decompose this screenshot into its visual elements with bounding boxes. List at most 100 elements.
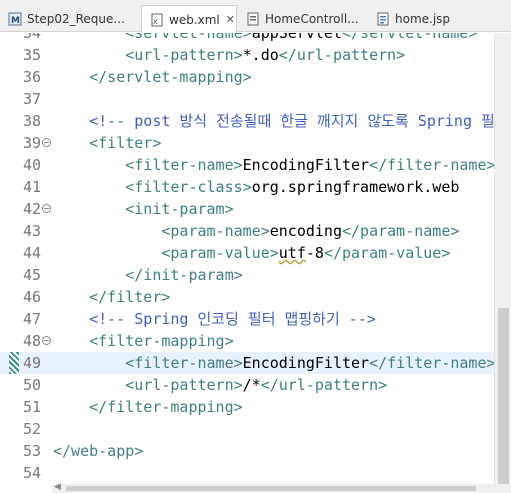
- fold-toggle-icon[interactable]: −: [42, 204, 51, 213]
- code-line[interactable]: 47 <!-- Spring 인코딩 필터 맵핑하기 -->: [0, 308, 511, 330]
- code-text: <url-pattern>/*</url-pattern>: [53, 374, 387, 396]
- code-line[interactable]: 37: [0, 88, 511, 110]
- xml-tag: </init-param>: [53, 266, 243, 284]
- code-line[interactable]: 42− <init-param>: [0, 198, 511, 220]
- tab-web-xml[interactable]: x web.xml ✕: [141, 5, 237, 33]
- code-line[interactable]: 48− <filter-mapping>: [0, 330, 511, 352]
- xml-text: EncodingFilter: [242, 156, 370, 174]
- code-line[interactable]: 44 <param-value>utf-8</param-value>: [0, 242, 511, 264]
- line-number: 35: [22, 46, 41, 64]
- xml-tag: <filter>: [53, 134, 162, 152]
- xml-tag: <servlet-name>: [53, 33, 252, 42]
- code-text: <init-param>: [53, 198, 233, 220]
- code-line[interactable]: 43 <param-name>encoding</param-name>: [0, 220, 511, 242]
- xml-text: org.springframework.web: [251, 178, 460, 196]
- code-line[interactable]: 54: [0, 462, 511, 484]
- code-text: <filter>: [53, 132, 161, 154]
- xml-tag: </filter>: [53, 288, 171, 306]
- code-text: <param-name>encoding</param-name>: [53, 220, 459, 242]
- horizontal-scroll-thumb[interactable]: [66, 486, 476, 491]
- xml-tag: </web-app>: [53, 442, 144, 460]
- java-class-icon: [246, 12, 260, 26]
- code-text: <filter-mapping>: [53, 330, 234, 352]
- tab-step02-request[interactable]: M Step02_Reque...: [0, 6, 140, 32]
- line-number: 44: [22, 244, 41, 262]
- code-line[interactable]: 39− <filter>: [0, 132, 511, 154]
- code-line[interactable]: 46 </filter>: [0, 286, 511, 308]
- code-text: </filter>: [53, 286, 170, 308]
- line-number: 47: [22, 310, 41, 328]
- svg-text:x: x: [153, 17, 158, 26]
- xml-comment: <!-- post 방식 전송될때 한글 깨지지 않도록 Spring 필터: [53, 112, 509, 130]
- code-line[interactable]: 45 </init-param>: [0, 264, 511, 286]
- line-number: 53: [22, 442, 41, 460]
- fold-toggle-icon[interactable]: −: [42, 138, 51, 147]
- tab-label: HomeControll...: [265, 12, 359, 26]
- horizontal-scrollbar[interactable]: ◀: [52, 482, 494, 493]
- xml-tag: <param-name>: [53, 222, 270, 240]
- code-line[interactable]: 40 <filter-name>EncodingFilter</filter-n…: [0, 154, 511, 176]
- xml-tag: </param-name>: [342, 222, 460, 240]
- line-number: 48: [22, 332, 41, 350]
- vertical-scrollbar[interactable]: [494, 33, 511, 484]
- xml-tag: </param-value>: [323, 244, 451, 262]
- xml-tag: <filter-class>: [53, 178, 252, 196]
- tab-label: home.jsp: [395, 12, 451, 26]
- tab-label: web.xml: [169, 12, 220, 27]
- line-number: 36: [22, 68, 41, 86]
- code-line[interactable]: 51 </filter-mapping>: [0, 396, 511, 418]
- line-number: 34: [22, 33, 41, 42]
- code-text: </servlet-mapping>: [53, 66, 252, 88]
- xml-tag: </filter-name>: [369, 156, 496, 174]
- xml-tag: <filter-name>: [53, 156, 243, 174]
- code-line[interactable]: 35 <url-pattern>*.do</url-pattern>: [0, 44, 511, 66]
- vertical-scroll-thumb[interactable]: [498, 308, 509, 484]
- code-line[interactable]: 34 <servlet-name>appServlet</servlet-nam…: [0, 33, 511, 44]
- fold-toggle-icon[interactable]: −: [42, 336, 51, 345]
- xml-text: -8: [305, 244, 324, 262]
- tab-home-jsp[interactable]: home.jsp: [368, 6, 494, 32]
- code-editor[interactable]: 34 <servlet-name>appServlet</servlet-nam…: [0, 33, 511, 484]
- code-line[interactable]: 38 <!-- post 방식 전송될때 한글 깨지지 않도록 Spring 필…: [0, 110, 511, 132]
- svg-text:M: M: [11, 16, 20, 26]
- code-line[interactable]: 49 <filter-name>EncodingFilter</filter-n…: [0, 352, 511, 374]
- xml-text: utf: [278, 244, 306, 262]
- line-number: 45: [22, 266, 41, 284]
- xml-tag: </servlet-name>: [342, 33, 478, 42]
- xml-tag: </filter-mapping>: [53, 398, 243, 416]
- code-line[interactable]: 52: [0, 418, 511, 440]
- web-page-icon: M: [8, 12, 22, 26]
- line-number: 46: [22, 288, 41, 306]
- line-number: 43: [22, 222, 41, 240]
- scrollbar-corner: [494, 484, 511, 493]
- code-line[interactable]: 41 <filter-class>org.springframework.web: [0, 176, 511, 198]
- line-number: 51: [22, 398, 41, 416]
- close-icon[interactable]: ✕: [226, 13, 235, 26]
- line-number: 40: [22, 156, 41, 174]
- xml-text: *.do: [242, 46, 279, 64]
- xml-text: appServlet: [251, 33, 342, 42]
- xml-tag: <param-value>: [53, 244, 279, 262]
- code-text: <filter-class>org.springframework.web: [53, 176, 459, 198]
- code-text: <filter-name>EncodingFilter</filter-name…: [53, 154, 496, 176]
- tab-home-controller[interactable]: HomeControll...: [238, 6, 360, 32]
- line-number: 50: [22, 376, 41, 394]
- code-text: <!-- Spring 인코딩 필터 맵핑하기 -->: [53, 308, 376, 330]
- xml-tag: <url-pattern>: [53, 46, 243, 64]
- xml-tag: </url-pattern>: [278, 46, 406, 64]
- code-line[interactable]: 53 </web-app>: [0, 440, 511, 462]
- line-number: 49: [22, 354, 41, 372]
- code-line[interactable]: 36 </servlet-mapping>: [0, 66, 511, 88]
- code-text: <servlet-name>appServlet</servlet-name>: [53, 33, 477, 44]
- code-text: <filter-name>EncodingFilter</filter-name…: [53, 352, 496, 374]
- editor-tab-bar: M Step02_Reque... x web.xml ✕ HomeContro…: [0, 0, 511, 33]
- code-line[interactable]: 50 <url-pattern>/*</url-pattern>: [0, 374, 511, 396]
- line-number: 37: [22, 90, 41, 108]
- tab-label: Step02_Reque...: [27, 12, 125, 26]
- scroll-left-icon[interactable]: ◀: [54, 482, 61, 492]
- xml-tag: <filter-name>: [53, 354, 243, 372]
- xml-tag: </filter-name>: [369, 354, 496, 372]
- xml-tag: </url-pattern>: [260, 376, 388, 394]
- code-text: <!-- post 방식 전송될때 한글 깨지지 않도록 Spring 필터: [53, 110, 509, 132]
- xml-text: EncodingFilter: [242, 354, 370, 372]
